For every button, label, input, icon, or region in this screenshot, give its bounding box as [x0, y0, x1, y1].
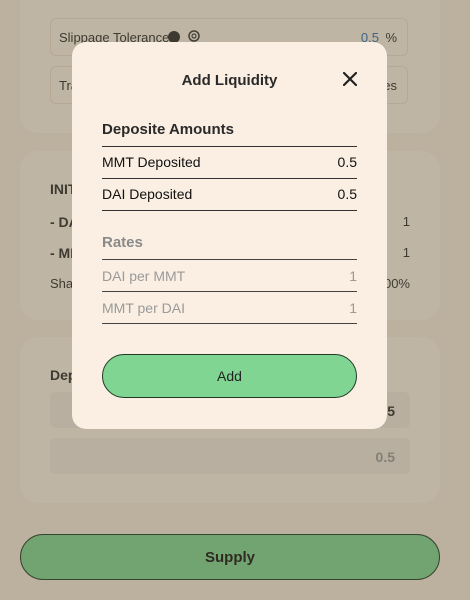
divider	[102, 323, 357, 324]
modal-title: Add Liquidity	[181, 72, 278, 89]
divider	[102, 291, 357, 292]
rate-row: MMT per DAI 1	[102, 300, 357, 320]
rate-row-value: 1	[349, 300, 357, 316]
rate-row: DAI per MMT 1	[102, 268, 357, 288]
divider	[102, 210, 357, 211]
deposit-row: MMT Deposited 0.5	[102, 154, 357, 174]
rate-row-value: 1	[349, 268, 357, 284]
rates-title: Rates	[102, 234, 143, 251]
divider	[102, 259, 357, 260]
rate-row-label: DAI per MMT	[102, 268, 186, 284]
rate-row-label: MMT per DAI	[102, 300, 185, 316]
divider	[102, 146, 357, 147]
deposit-row-label: MMT Deposited	[102, 154, 201, 170]
add-button[interactable]: Add	[102, 354, 357, 398]
deposit-row-value: 0.5	[337, 154, 357, 170]
divider	[102, 178, 357, 179]
deposit-row-label: DAI Deposited	[102, 186, 193, 202]
deposit-row-value: 0.5	[337, 186, 357, 202]
deposit-amounts-title: Deposite Amounts	[102, 121, 234, 138]
deposit-row: DAI Deposited 0.5	[102, 186, 357, 206]
add-liquidity-modal: Add Liquidity Deposite Amounts MMT Depos…	[72, 42, 387, 429]
close-icon[interactable]	[342, 71, 358, 87]
